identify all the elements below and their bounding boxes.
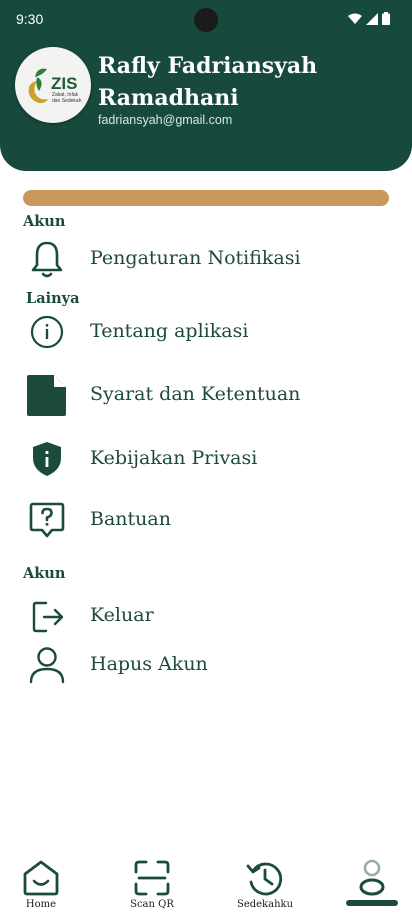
menu-item-notifications[interactable]: Pengaturan Notifikasi bbox=[0, 236, 412, 280]
menu-item-help[interactable]: Bantuan bbox=[0, 497, 412, 541]
bottom-nav: Home Scan QR Sedekahku bbox=[0, 848, 412, 917]
shield-icon bbox=[33, 442, 61, 476]
user-icon bbox=[29, 647, 65, 684]
section-title-others: Lainya bbox=[26, 290, 80, 307]
menu-label-logout: Keluar bbox=[90, 604, 154, 626]
user-email: fadriansyah@gmail.com bbox=[98, 113, 233, 127]
signal-icon bbox=[366, 12, 378, 25]
bell-icon bbox=[31, 241, 63, 278]
nav-tab-profile[interactable] bbox=[332, 848, 412, 917]
logout-icon bbox=[32, 601, 64, 633]
section-title-account: Akun bbox=[23, 213, 66, 230]
menu-label-terms: Syarat dan Ketentuan bbox=[90, 383, 301, 405]
scan-qr-icon bbox=[134, 860, 170, 896]
user-name: Rafly Fadriansyah Ramadhani bbox=[98, 53, 318, 111]
nav-label-scan: Scan QR bbox=[130, 899, 174, 910]
menu-label-privacy: Kebijakan Privasi bbox=[90, 447, 258, 469]
svg-text:ZIS: ZIS bbox=[51, 74, 77, 93]
status-icons bbox=[348, 12, 390, 25]
nav-tab-history[interactable]: Sedekahku bbox=[225, 848, 305, 917]
document-icon bbox=[27, 375, 66, 416]
menu-label-notifications: Pengaturan Notifikasi bbox=[90, 247, 301, 269]
status-bar: 9:30 bbox=[0, 0, 412, 40]
avatar[interactable]: ZIS Zakat, Infak dan Sedekah bbox=[15, 47, 91, 123]
menu-label-help: Bantuan bbox=[90, 508, 171, 530]
svg-text:dan Sedekah: dan Sedekah bbox=[52, 98, 82, 104]
nav-tab-home[interactable]: Home bbox=[1, 848, 81, 917]
menu-item-privacy[interactable]: Kebijakan Privasi bbox=[0, 436, 412, 480]
nav-label-history: Sedekahku bbox=[236, 899, 294, 910]
front-camera bbox=[194, 8, 218, 32]
menu-item-about[interactable]: Tentang aplikasi bbox=[0, 309, 412, 353]
home-icon bbox=[23, 860, 59, 896]
profile-icon bbox=[359, 859, 385, 896]
history-icon bbox=[246, 862, 283, 896]
nav-tab-scan[interactable]: Scan QR bbox=[112, 848, 192, 917]
help-question-icon bbox=[29, 502, 65, 538]
wifi-icon bbox=[348, 13, 362, 24]
section-title-account-actions: Akun bbox=[23, 565, 66, 582]
battery-icon bbox=[382, 12, 390, 25]
accent-divider bbox=[23, 190, 389, 206]
menu-item-delete-account[interactable]: Hapus Akun bbox=[0, 642, 412, 686]
info-icon bbox=[30, 315, 64, 349]
menu-label-delete-account: Hapus Akun bbox=[90, 653, 208, 675]
status-time: 9:30 bbox=[16, 11, 44, 27]
nav-label-home: Home bbox=[25, 899, 57, 910]
menu-label-about: Tentang aplikasi bbox=[90, 320, 249, 342]
menu-item-terms[interactable]: Syarat dan Ketentuan bbox=[0, 372, 412, 416]
menu-item-logout[interactable]: Keluar bbox=[0, 593, 412, 637]
zis-logo: ZIS Zakat, Infak dan Sedekah bbox=[28, 68, 82, 104]
active-tab-indicator bbox=[346, 900, 398, 906]
